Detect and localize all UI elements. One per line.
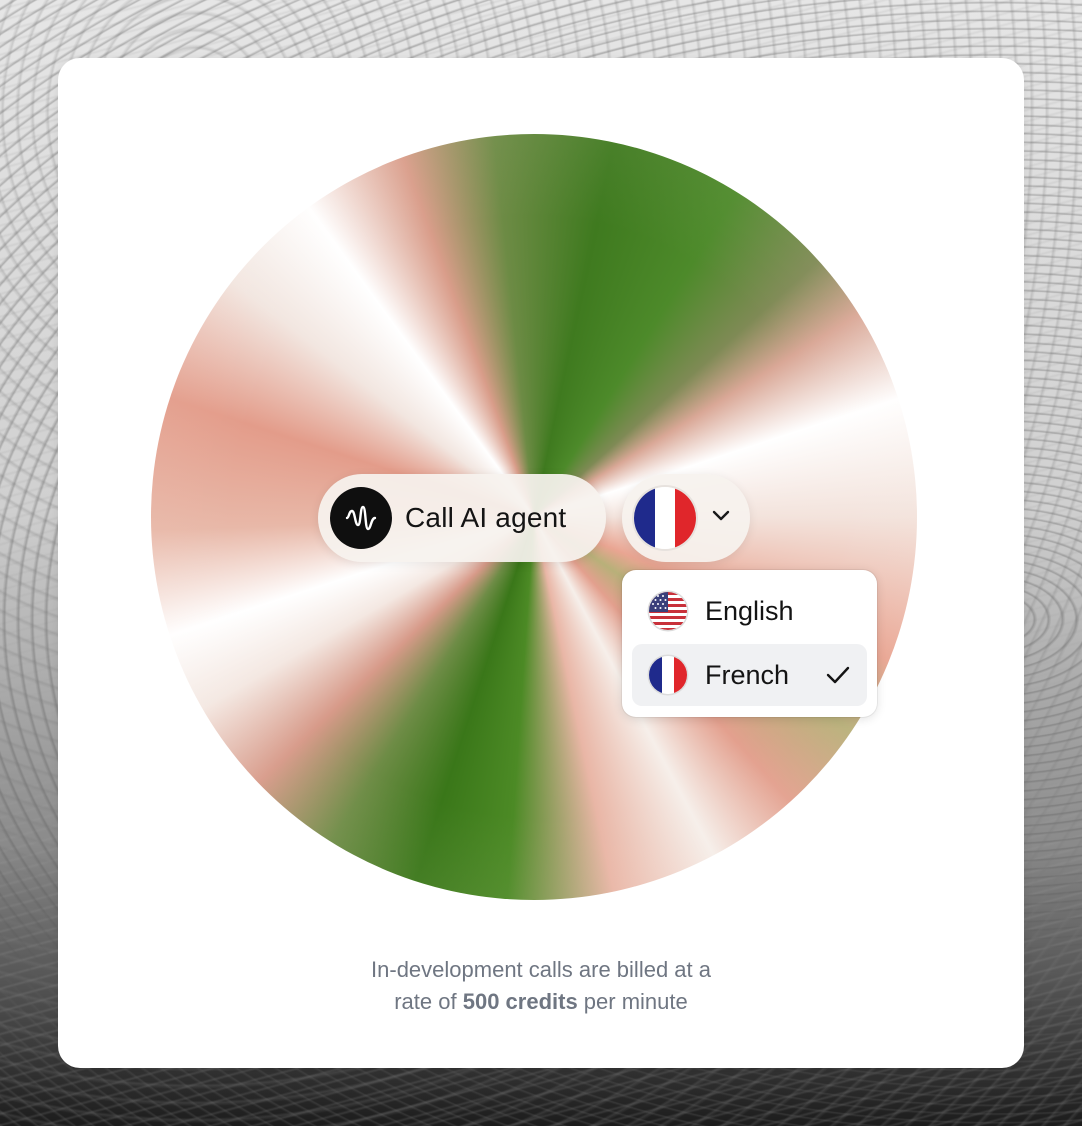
france-flag-icon (649, 656, 687, 694)
chevron-down-icon (712, 510, 730, 521)
language-option-label: French (705, 659, 790, 690)
billing-caption-prefix: rate of (394, 989, 463, 1014)
language-selector-button[interactable] (622, 474, 750, 562)
language-dropdown-menu: English French (622, 570, 877, 717)
language-option-label: English (705, 595, 794, 626)
language-option-french[interactable]: French (632, 644, 867, 706)
billing-caption-line-2: rate of 500 credits per minute (58, 986, 1024, 1018)
billing-caption-line-1: In-development calls are billed at a (371, 957, 711, 982)
france-flag-icon (634, 487, 696, 549)
us-flag-icon (649, 592, 687, 630)
billing-caption: In-development calls are billed at a rat… (58, 954, 1024, 1018)
soundwave-icon (330, 487, 392, 549)
call-ai-agent-label: Call AI agent (405, 502, 567, 533)
call-ai-agent-button[interactable]: Call AI agent (318, 474, 606, 562)
billing-caption-suffix: per minute (577, 989, 688, 1014)
language-option-english[interactable]: English (632, 580, 867, 642)
check-icon (826, 666, 850, 684)
billing-rate: 500 credits (462, 989, 578, 1014)
